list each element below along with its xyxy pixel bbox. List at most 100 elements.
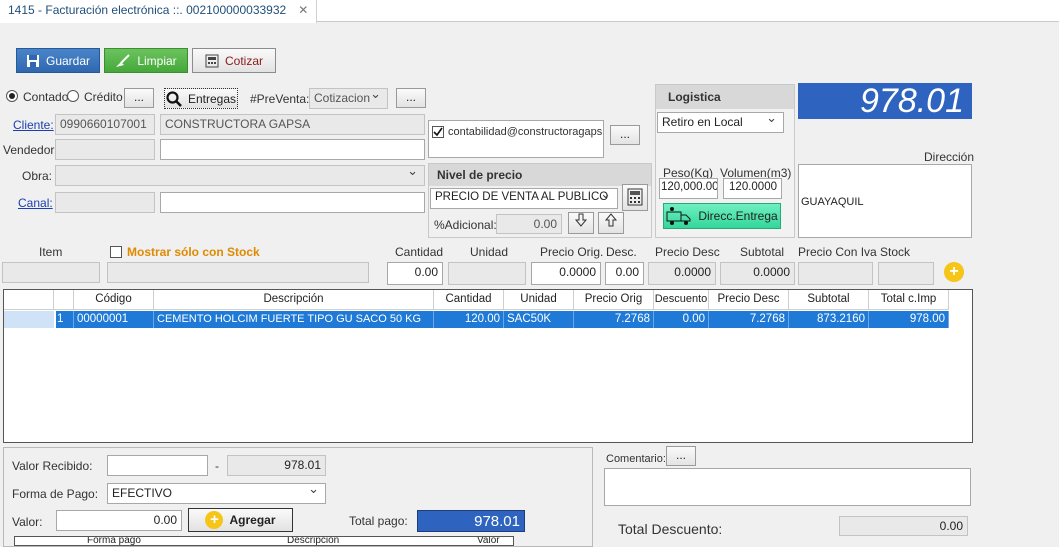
- forma-pago-value: EFECTIVO: [112, 486, 173, 500]
- nivel-precio-value: PRECIO DE VENTA AL PUBLICO: [435, 191, 609, 203]
- valor-field[interactable]: 0.00: [56, 510, 182, 531]
- subtotal-label: Subtotal: [740, 245, 785, 259]
- preventa-value: Cotizacion: [314, 91, 371, 105]
- nivel-precio-select[interactable]: PRECIO DE VENTA AL PUBLICO: [430, 188, 618, 209]
- vendedor-label: Vendedor:: [3, 143, 58, 157]
- arrow-up-icon: [604, 213, 618, 227]
- comentario-field[interactable]: [604, 468, 971, 506]
- email-more-button[interactable]: ...: [610, 125, 640, 145]
- email-value: contabilidad@constructoragapsa: [448, 126, 602, 138]
- cell-descuento: 0.00: [654, 311, 709, 328]
- stock-label: Stock: [880, 245, 911, 259]
- contado-label: Contado: [23, 90, 69, 104]
- item-label: Item: [39, 245, 63, 259]
- row-indicator[interactable]: [4, 311, 54, 328]
- total-descuento-label: Total Descuento:: [618, 521, 723, 537]
- direcc-entrega-button[interactable]: Direcc.Entrega: [663, 203, 781, 229]
- items-table: Código Descripción Cantidad Unidad Preci…: [3, 289, 973, 443]
- stock-only-checkbox[interactable]: [110, 246, 122, 258]
- search-icon: [166, 90, 182, 107]
- cell-subtotal: 873.2160: [789, 311, 869, 328]
- desc-label: Desc.: [606, 245, 637, 259]
- plus-icon: +: [205, 511, 224, 529]
- comentario-more-button[interactable]: ...: [666, 446, 696, 466]
- peso-field[interactable]: 120,000.00: [659, 178, 718, 199]
- broom-icon: [116, 53, 131, 67]
- col-total[interactable]: Total c.Imp: [869, 290, 949, 310]
- valor-label: Valor:: [12, 515, 43, 529]
- apply-down-button[interactable]: [568, 212, 594, 234]
- agregar-button[interactable]: + Agregar: [188, 508, 293, 532]
- obra-select[interactable]: [55, 165, 425, 186]
- vendedor-name-field[interactable]: [160, 139, 425, 160]
- item-desc-field[interactable]: [107, 262, 369, 283]
- recibido-field[interactable]: [107, 455, 208, 476]
- logistica-select[interactable]: Retiro en Local: [657, 112, 784, 133]
- vendedor-code-field[interactable]: [55, 139, 155, 160]
- canal-name-field[interactable]: [160, 192, 425, 213]
- tab-facturacion[interactable]: 1415 - Facturación electrónica ::. 00210…: [0, 0, 318, 23]
- col-unidad[interactable]: Unidad: [504, 290, 574, 310]
- cliente-name-field[interactable]: CONSTRUCTORA GAPSA: [160, 114, 425, 135]
- precio-orig-field[interactable]: 0.0000: [531, 262, 601, 285]
- unidad-field[interactable]: [448, 262, 526, 285]
- total-descuento-field: 0.00: [839, 516, 968, 536]
- canal-code-field[interactable]: [55, 192, 155, 213]
- subtotal-field[interactable]: 0.0000: [720, 262, 795, 285]
- payments-table: Forma pago Descripción Valor: [14, 536, 514, 546]
- save-button[interactable]: Guardar: [16, 48, 100, 73]
- calculator-icon: [627, 188, 643, 206]
- total-pago-value: 978.01: [417, 510, 525, 532]
- credit-more-button[interactable]: ...: [124, 88, 154, 108]
- clear-button[interactable]: Limpiar: [104, 48, 188, 73]
- col-precio-orig[interactable]: Precio Orig: [574, 290, 654, 310]
- entregas-button[interactable]: Entregas: [164, 88, 238, 109]
- close-icon[interactable]: ✕: [298, 3, 308, 17]
- radio-credito[interactable]: [67, 90, 79, 102]
- comentario-label: Comentario:: [606, 453, 666, 465]
- col-precio-desc[interactable]: Precio Desc: [709, 290, 789, 310]
- desc-field[interactable]: 0.00: [605, 262, 644, 285]
- canal-link[interactable]: Canal:: [18, 196, 53, 210]
- calculator-button[interactable]: [622, 184, 648, 211]
- add-item-button[interactable]: +: [944, 262, 964, 282]
- unidad-label: Unidad: [470, 245, 509, 259]
- quote-button[interactable]: Cotizar: [192, 48, 276, 73]
- cell-descripcion: CEMENTO HOLCIM FUERTE TIPO GU SACO 50 KG: [154, 311, 434, 328]
- cell-precio-desc: 7.2768: [709, 311, 789, 328]
- col-codigo[interactable]: Código: [74, 290, 154, 310]
- direccion-field[interactable]: GUAYAQUIL: [798, 164, 972, 238]
- obra-label: Obra:: [22, 169, 53, 183]
- volumen-field[interactable]: 120.0000: [723, 178, 782, 199]
- adicional-field[interactable]: 0.00: [496, 214, 562, 234]
- agregar-label: Agregar: [229, 513, 276, 527]
- invoice-total-display: 978.01: [798, 83, 972, 119]
- stock-field[interactable]: [878, 262, 934, 285]
- adicional-value: 0.00: [533, 217, 557, 231]
- cliente-id-field[interactable]: 0990660107001: [55, 114, 155, 135]
- delivery-truck-icon: [666, 207, 691, 225]
- col-subtotal[interactable]: Subtotal: [789, 290, 869, 310]
- cantidad-label: Cantidad: [395, 245, 444, 259]
- logistica-value: Retiro en Local: [662, 115, 743, 129]
- save-icon: [26, 54, 39, 67]
- item-code-field[interactable]: [2, 262, 100, 283]
- precio-desc-field[interactable]: 0.0000: [648, 262, 716, 285]
- cell-n: 1: [54, 311, 74, 328]
- preventa-select[interactable]: Cotizacion: [309, 88, 388, 109]
- radio-contado[interactable]: [6, 90, 18, 102]
- cliente-link[interactable]: Cliente:: [13, 118, 54, 132]
- cantidad-field[interactable]: 0.00: [387, 262, 443, 285]
- tab-title: 1415 - Facturación electrónica ::. 00210…: [8, 3, 287, 17]
- forma-pago-select[interactable]: EFECTIVO: [107, 483, 326, 504]
- col-descuento[interactable]: Descuento: [654, 290, 709, 310]
- precio-iva-field[interactable]: [798, 262, 873, 285]
- email-checkbox[interactable]: [432, 126, 444, 138]
- col-descripcion[interactable]: Descripción: [154, 290, 434, 310]
- preventa-more-button[interactable]: ...: [396, 88, 426, 108]
- quote-label: Cotizar: [224, 53, 263, 68]
- apply-up-button[interactable]: [598, 212, 624, 234]
- logistica-title: Logistica: [656, 85, 794, 109]
- col-cantidad[interactable]: Cantidad: [434, 290, 504, 310]
- cell-unidad: SAC50K: [504, 311, 574, 328]
